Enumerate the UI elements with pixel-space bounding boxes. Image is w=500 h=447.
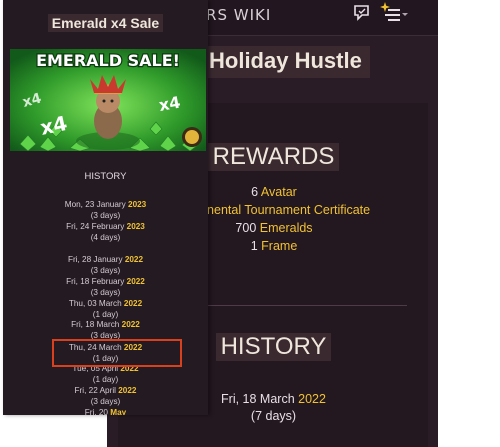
history-entry-duration: (1 day) (92, 375, 119, 384)
history-entry-duration: (3 days) (90, 397, 121, 406)
banner-headline: EMERALD SALE! (36, 51, 180, 70)
panel-title: Emerald x4 Sale (3, 13, 208, 32)
rewards-heading: REWARDS (200, 143, 347, 171)
reward-link[interactable]: Frame (261, 239, 297, 253)
highlight-annotation (52, 339, 182, 367)
history-entry-date: Fri, 18 March 2022 (221, 392, 326, 406)
history-entry-duration: (3 days) (90, 288, 121, 297)
event-title: Holiday Hustle (205, 46, 370, 78)
chat-icon[interactable] (353, 4, 371, 22)
history-entry-duration: (3 days) (90, 266, 121, 275)
history-year-link[interactable]: 2023 (127, 222, 145, 231)
history-heading: HISTORY (200, 333, 347, 361)
history-entry-date: Fri, 18 February 2022 (66, 277, 145, 286)
history-year-link[interactable]: 2022 (124, 299, 142, 308)
history-entry-duration: (7 days) (250, 409, 297, 423)
history-entry-date: Mon, 23 January 2023 (64, 200, 147, 209)
history-entry-duration: (4 days) (90, 233, 121, 242)
svg-text:x4: x4 (157, 93, 181, 115)
menu-icon[interactable] (375, 2, 409, 24)
history-year-link[interactable]: 2022 (122, 320, 140, 329)
reward-link[interactable]: Avatar (261, 185, 297, 199)
history-entry-date: Fri, 24 February 2023 (66, 222, 145, 231)
history-year-link[interactable]: 2023 (128, 200, 146, 209)
history-entry-duration: (1 day) (92, 310, 119, 319)
history-year-link[interactable]: May (110, 408, 126, 415)
history-entry-date: Fri, 20 May (84, 408, 127, 415)
history-year-link[interactable]: 2022 (127, 277, 145, 286)
history-entry-date: Fri, 28 January 2022 (67, 255, 144, 264)
banner-art: x4 x4 x4 EMERALD SALE! (10, 49, 206, 151)
emerald-sale-banner: x4 x4 x4 EMERALD SALE! (10, 49, 206, 151)
divider (200, 305, 407, 306)
history-entry-duration: (3 days) (90, 211, 121, 220)
history-entry-date: Fri, 18 March 2022 (71, 320, 140, 329)
history-label: HISTORY (84, 171, 127, 182)
hero-wars-logo (182, 127, 202, 147)
reward-link[interactable]: Emeralds (260, 221, 313, 235)
emerald-sale-panel: Emerald x4 Sale x4 x4 x4 EMERALD SALE! H… (3, 0, 208, 415)
history-entry-date: Fri, 22 April 2022 (74, 386, 137, 395)
history-year-link[interactable]: 2022 (118, 386, 136, 395)
history-entry-date: Thu, 03 March 2022 (68, 299, 143, 308)
history-year-link[interactable]: 2022 (125, 255, 143, 264)
